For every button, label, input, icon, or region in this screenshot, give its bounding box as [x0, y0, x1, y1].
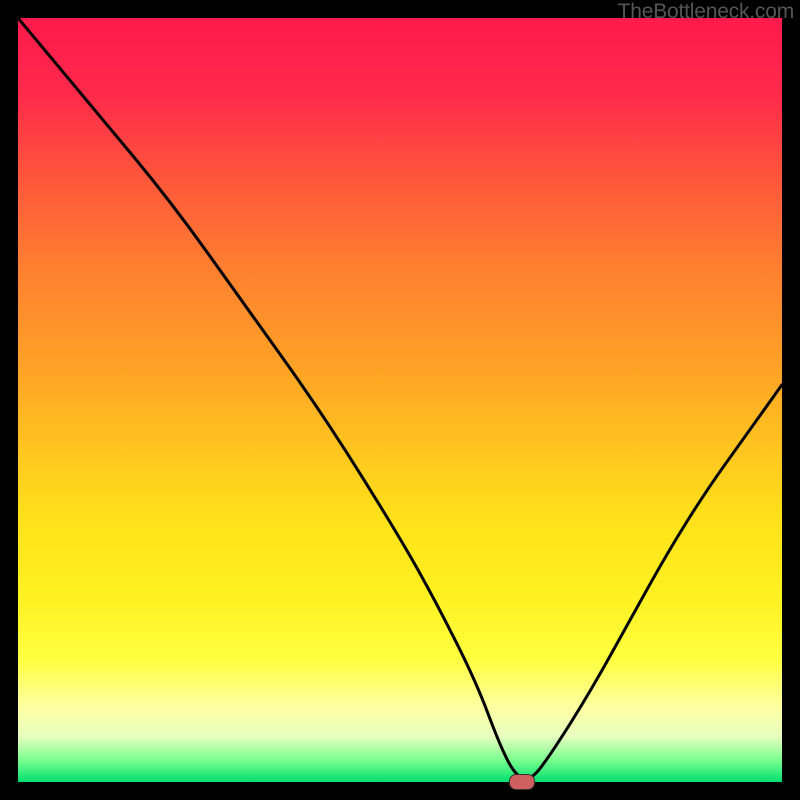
plot-background-gradient	[18, 18, 782, 782]
optimal-point-marker	[509, 774, 535, 790]
chart-container: TheBottleneck.com	[0, 0, 800, 800]
watermark-text: TheBottleneck.com	[618, 0, 794, 24]
